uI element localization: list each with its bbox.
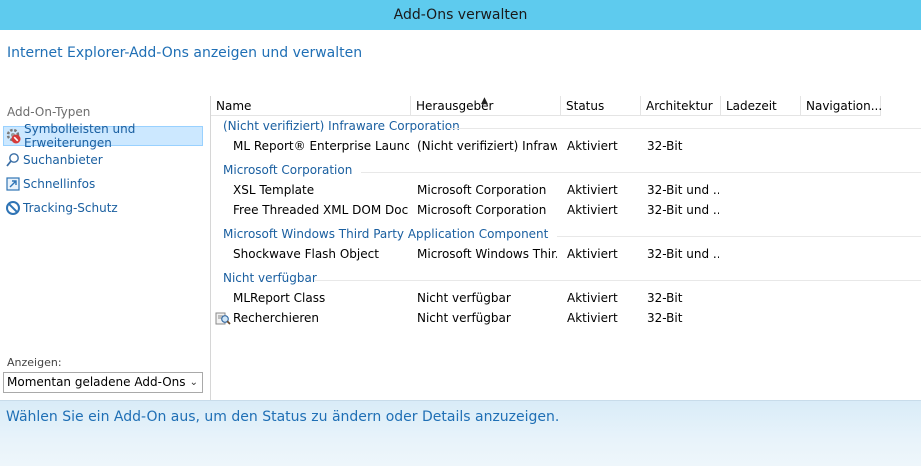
chevron-down-icon: ⌄ [189, 377, 198, 388]
cell-status: Aktiviert [567, 247, 618, 261]
group-separator [557, 236, 921, 237]
cell-name: Shockwave Flash Object [233, 247, 379, 261]
cell-name: XSL Template [233, 183, 315, 197]
cell-architecture: 32-Bit und ... [647, 183, 719, 197]
sort-ascending-icon: ▲ [481, 96, 488, 106]
cell-publisher: Microsoft Windows Thir... [417, 247, 557, 261]
accelerator-icon [5, 176, 21, 192]
cell-status: Aktiviert [567, 139, 618, 153]
cell-architecture: 32-Bit [647, 139, 683, 153]
cell-name: ML Report® Enterprise Launcher [233, 139, 409, 153]
group-header: Microsoft Corporation [223, 163, 353, 177]
cell-name: Free Threaded XML DOM Docu... [233, 203, 409, 217]
group-separator [447, 128, 921, 129]
addon-type-label: Tracking-Schutz [23, 201, 118, 215]
toolbar-extension-icon [6, 128, 22, 144]
cell-publisher: (Nicht verifiziert) Infraw... [417, 139, 557, 153]
cell-status: Aktiviert [567, 203, 618, 217]
details-footer: Wählen Sie ein Add-On aus, um den Status… [0, 400, 921, 466]
group-header: Microsoft Windows Third Party Applicatio… [223, 227, 549, 241]
addon-type-accelerators[interactable]: Schnellinfos [3, 174, 203, 194]
research-icon [215, 310, 231, 326]
column-header-name[interactable]: Name [211, 96, 411, 116]
window-title-bar: Add-Ons verwalten [0, 0, 921, 30]
cell-architecture: 32-Bit und ... [647, 203, 719, 217]
group-header: (Nicht verifiziert) Infraware Corporatio… [223, 119, 460, 133]
tracking-protection-icon [5, 200, 21, 216]
cell-status: Aktiviert [567, 311, 618, 325]
column-header-architecture[interactable]: Architektur [641, 96, 721, 116]
cell-publisher: Nicht verfügbar [417, 311, 511, 325]
window-title: Add-Ons verwalten [393, 7, 528, 23]
group-header: Nicht verfügbar [223, 271, 317, 285]
cell-publisher: Nicht verfügbar [417, 291, 511, 305]
cell-status: Aktiviert [567, 291, 618, 305]
cell-name: Recherchieren [233, 311, 320, 325]
page-heading: Internet Explorer-Add-Ons anzeigen und v… [7, 45, 363, 61]
addon-type-label: Suchanbieter [23, 153, 103, 167]
cell-architecture: 32-Bit [647, 291, 683, 305]
column-header-load-time[interactable]: Ladezeit [721, 96, 801, 116]
details-message: Wählen Sie ein Add-On aus, um den Status… [6, 409, 560, 425]
addon-types-pane: Add-On-Typen Symbolleisten und Erweiteru… [0, 96, 211, 400]
group-separator [361, 172, 921, 173]
column-header-navigation[interactable]: Navigation... [801, 96, 882, 116]
group-separator [315, 280, 921, 281]
cell-architecture: 32-Bit [647, 311, 683, 325]
addon-type-toolbars-extensions[interactable]: Symbolleisten und Erweiterungen [3, 122, 203, 150]
show-label: Anzeigen: [7, 356, 62, 369]
addon-type-label: Schnellinfos [23, 177, 96, 191]
cell-publisher: Microsoft Corporation [417, 183, 547, 197]
header: Internet Explorer-Add-Ons anzeigen und v… [0, 30, 921, 96]
column-header-status[interactable]: Status [561, 96, 641, 116]
column-header-publisher[interactable]: Herausgeber ▲ [411, 96, 561, 116]
addon-types-label: Add-On-Typen [7, 105, 91, 119]
cell-status: Aktiviert [567, 183, 618, 197]
addon-type-tracking-protection[interactable]: Tracking-Schutz [3, 198, 203, 218]
cell-architecture: 32-Bit und ... [647, 247, 719, 261]
addon-type-search-providers[interactable]: Suchanbieter [3, 150, 203, 170]
cell-name: MLReport Class [233, 291, 326, 305]
cell-publisher: Microsoft Corporation [417, 203, 547, 217]
search-icon [5, 152, 21, 168]
addon-type-label: Symbolleisten und Erweiterungen [24, 122, 136, 150]
show-dropdown-value: Momentan geladene Add-Ons [7, 375, 186, 389]
addon-list: Name Herausgeber ▲ Status Architektur La… [211, 96, 921, 400]
show-dropdown[interactable]: Momentan geladene Add-Ons ⌄ [3, 372, 203, 393]
